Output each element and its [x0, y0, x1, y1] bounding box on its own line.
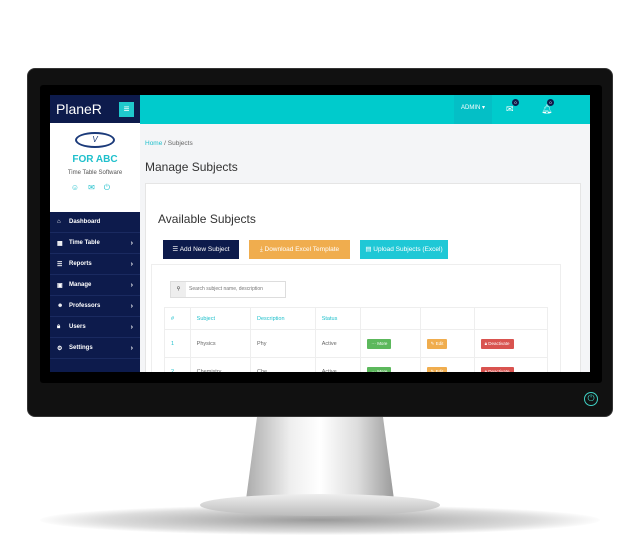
edit-button[interactable]: ✎ Edit — [426, 366, 448, 372]
chevron-right-icon: › — [130, 323, 133, 331]
chevron-right-icon: › — [130, 302, 133, 310]
brand-logo: PlaneR — [56, 101, 102, 117]
chevron-right-icon: › — [130, 239, 133, 247]
menu-toggle-icon[interactable]: ≡ — [119, 101, 134, 117]
app-screen: PlaneR ≡ V FOR ABC Time Table Software ☺✉… — [50, 95, 590, 372]
add-subject-button[interactable]: ☰ Add New Subject — [163, 240, 239, 259]
mail-icon[interactable]: ✉ — [88, 183, 104, 192]
deactivate-button[interactable]: 🔒︎ Deactivate — [480, 338, 514, 349]
sidebar-item-dashboard[interactable]: ⌂ Dashboard — [50, 212, 140, 233]
subjects-panel: Available Subjects ☰ Add New Subject ⤓ D… — [145, 183, 581, 372]
bell-icon[interactable]: 🔔︎ 0 — [541, 99, 554, 115]
table-row: 2 Chemistry Che Active ⋯ More ✎ Edit 🔒︎ … — [164, 357, 549, 372]
user-icon[interactable]: ☺ — [71, 183, 88, 192]
monitor-base — [200, 494, 440, 516]
sidebar-item-time-table[interactable]: ▦ Time Table › — [50, 233, 140, 254]
upload-subjects-button[interactable]: ▤ Upload Subjects (Excel) — [360, 240, 448, 259]
search-input[interactable]: ⚲ Search subject name, description — [170, 281, 286, 298]
search-icon: ⚲ — [171, 282, 186, 297]
page-title: Manage Subjects — [145, 160, 238, 174]
breadcrumb-home[interactable]: Home — [145, 140, 162, 147]
chevron-right-icon: › — [130, 281, 133, 289]
column-header[interactable]: Status — [314, 307, 362, 330]
lock-icon: 🔒︎ — [57, 323, 61, 330]
panel-title: Available Subjects — [158, 212, 256, 226]
column-header[interactable]: Subject — [189, 307, 252, 330]
table-row: 1 Physics Phy Active ⋯ More ✎ Edit 🔒︎ De… — [164, 329, 549, 358]
breadcrumb: Home / Subjects — [145, 140, 193, 147]
table-icon: ▦ — [57, 240, 63, 247]
subjects-table: # Subject Description Status 1 Physics Phy … — [164, 307, 549, 372]
sidebar-item-settings[interactable]: ⚙ Settings › — [50, 338, 140, 359]
sidebar-item-users[interactable]: 🔒︎ Users › — [50, 317, 140, 338]
mail-icon[interactable]: ✉ 0 — [506, 99, 519, 115]
top-header: ADMIN ▾ ✉ 0 🔔︎ 0 — [140, 95, 590, 124]
power-icon[interactable]: ⏻ — [104, 183, 119, 192]
sidebar-menu: ⌂ Dashboard ▦ Time Table › ☰ Reports › ▣ Manage › ☻… — [50, 212, 140, 359]
column-header[interactable]: Description — [250, 307, 316, 330]
download-template-button[interactable]: ⤓ Download Excel Template — [249, 240, 350, 259]
users-icon: ☻ — [57, 303, 64, 309]
app-subtitle: Time Table Software — [67, 170, 123, 176]
column-header[interactable]: # — [164, 307, 191, 330]
admin-dropdown[interactable]: ADMIN ▾ — [454, 95, 492, 124]
org-name: FOR ABC — [72, 154, 118, 165]
mail-badge: 0 — [512, 99, 519, 106]
power-icon: ⏻ — [584, 392, 598, 406]
notification-badge: 0 — [547, 99, 554, 106]
sidebar: PlaneR ≡ V FOR ABC Time Table Software ☺✉… — [50, 95, 140, 372]
edit-button[interactable]: ✎ Edit — [426, 338, 448, 349]
chevron-right-icon: › — [130, 260, 133, 268]
chevron-right-icon: › — [130, 344, 133, 352]
org-logo: V — [75, 132, 115, 148]
briefcase-icon: ▣ — [57, 282, 63, 289]
list-icon: ☰ — [57, 261, 63, 268]
sidebar-item-professors[interactable]: ☻ Professors › — [50, 296, 140, 317]
more-button[interactable]: ⋯ More — [367, 338, 392, 349]
sidebar-item-manage[interactable]: ▣ Manage › — [50, 275, 140, 296]
gear-icon: ⚙ — [57, 345, 63, 352]
profile-card: V FOR ABC Time Table Software ☺✉⏻ — [50, 123, 140, 212]
dashboard-icon: ⌂ — [57, 219, 61, 225]
sidebar-item-reports[interactable]: ☰ Reports › — [50, 254, 140, 275]
deactivate-button[interactable]: 🔒︎ Deactivate — [480, 366, 514, 372]
more-button[interactable]: ⋯ More — [367, 366, 392, 372]
